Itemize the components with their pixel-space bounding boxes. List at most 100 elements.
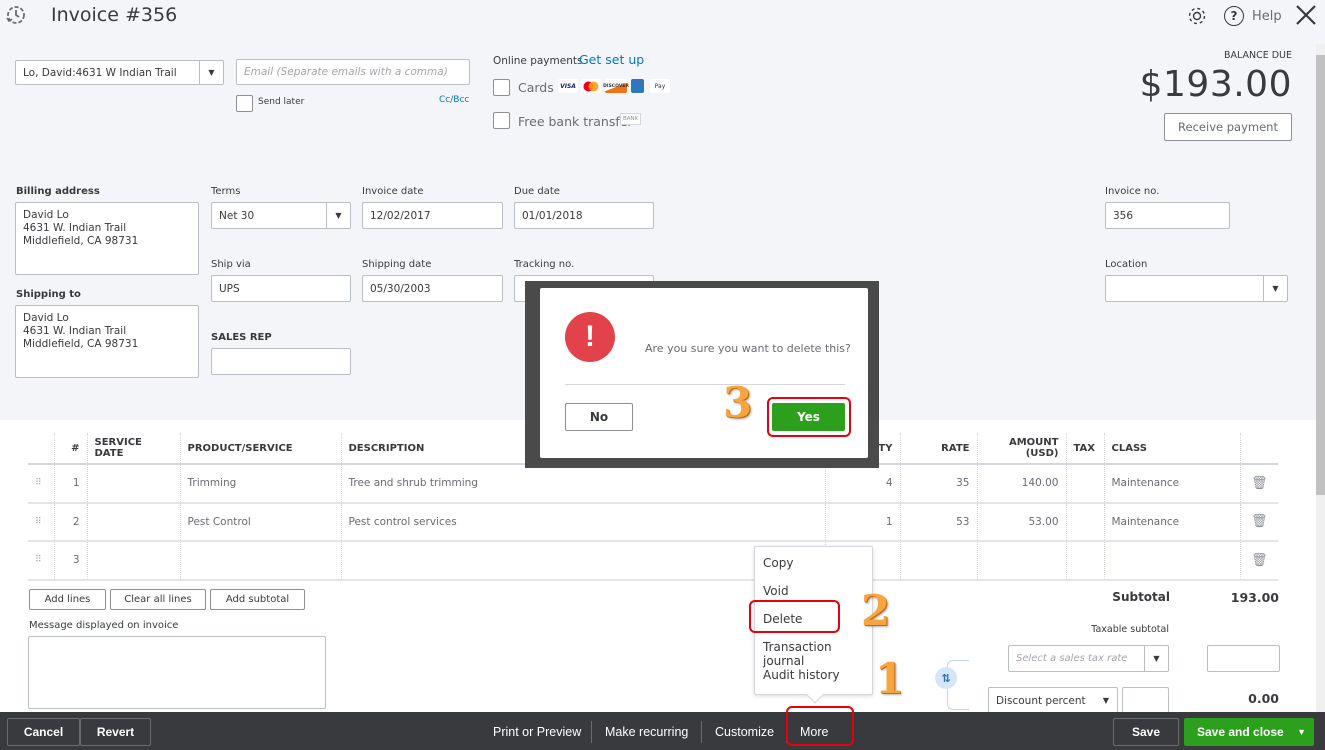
revert-button[interactable]: Revert <box>80 718 151 746</box>
invoice-date-input[interactable]: 12/02/2017 <box>362 202 503 229</box>
customer-select[interactable]: Lo, David:4631 W Indian Trail ▼ <box>15 60 224 85</box>
billing-address-input[interactable]: David Lo 4631 W. Indian Trail Middlefiel… <box>15 202 199 275</box>
tax-amount-input[interactable] <box>1207 645 1280 672</box>
trash-icon[interactable]: 🗑 <box>1240 541 1278 581</box>
chevron-down-icon[interactable]: ▼ <box>1103 696 1109 705</box>
cc-bcc-link[interactable]: Cc/Bcc <box>439 95 469 105</box>
terms-select[interactable]: Net 30 ▼ <box>211 202 351 229</box>
drag-handle-icon[interactable]: ⠿ <box>28 541 55 581</box>
trash-icon[interactable]: 🗑 <box>1240 464 1278 504</box>
discount-amount: 0.00 <box>1248 691 1279 706</box>
cancel-button[interactable]: Cancel <box>7 718 80 746</box>
footer-separator <box>591 721 592 743</box>
cell-class[interactable]: Maintenance <box>1104 502 1241 542</box>
ship-via-label: Ship via <box>211 259 251 270</box>
cell-tax[interactable] <box>1066 464 1105 504</box>
cell-amount[interactable]: 53.00 <box>977 502 1067 542</box>
chevron-down-icon[interactable]: ▼ <box>199 61 223 84</box>
send-later-checkbox[interactable] <box>236 95 253 112</box>
menu-item-copy[interactable]: Copy <box>763 556 793 570</box>
cell-num: 3 <box>54 541 88 581</box>
taxable-subtotal-label: Taxable subtotal <box>1091 624 1169 635</box>
get-set-up-link[interactable]: Get set up <box>579 52 644 67</box>
chevron-down-icon[interactable]: ▼ <box>1297 727 1306 737</box>
cell-qty[interactable]: 1 <box>825 502 901 542</box>
menu-item-void[interactable]: Void <box>763 584 789 598</box>
annotation-highlight-delete <box>749 600 840 633</box>
no-button[interactable]: No <box>565 403 633 431</box>
due-date-input[interactable]: 01/01/2018 <box>514 202 654 229</box>
clear-all-lines-button[interactable]: Clear all lines <box>110 589 206 610</box>
cell-service-date[interactable] <box>87 541 181 581</box>
discount-type-select[interactable]: Discount percent ▼ <box>988 687 1118 714</box>
trash-icon[interactable]: 🗑 <box>1240 502 1278 542</box>
bank-badge: BANK <box>620 113 642 125</box>
cell-tax[interactable] <box>1066 541 1105 581</box>
customer-value: Lo, David:4631 W Indian Trail <box>23 66 177 79</box>
print-preview-button[interactable]: Print or Preview <box>493 720 581 744</box>
cell-product[interactable]: Pest Control <box>180 502 342 542</box>
ship-via-input[interactable]: UPS <box>211 275 351 302</box>
email-placeholder: Email (Separate emails with a comma) <box>244 66 448 78</box>
save-and-close-button[interactable]: Save and close ▼ <box>1184 718 1314 746</box>
cell-amount[interactable]: 140.00 <box>977 464 1067 504</box>
gear-icon[interactable] <box>1186 5 1208 27</box>
cell-amount[interactable] <box>977 541 1067 581</box>
cell-rate[interactable]: 53 <box>900 502 978 542</box>
shipping-date-input[interactable]: 05/30/2003 <box>362 275 503 302</box>
menu-item-transaction-journal[interactable]: Transaction journal <box>763 640 872 668</box>
cell-description[interactable]: Pest control services <box>341 502 826 542</box>
discount-value-input[interactable] <box>1122 687 1169 714</box>
help-button[interactable]: ? Help <box>1224 5 1282 27</box>
cell-description[interactable]: Tree and shrub trimming <box>341 464 826 504</box>
cell-product[interactable]: Trimming <box>180 464 342 504</box>
bank-transfer-checkbox[interactable] <box>493 112 510 129</box>
drag-handle-icon[interactable]: ⠿ <box>28 464 55 504</box>
shipping-date-label: Shipping date <box>362 259 432 270</box>
cards-checkbox[interactable] <box>493 79 510 96</box>
tracking-no-label: Tracking no. <box>514 259 575 270</box>
drag-handle-icon[interactable]: ⠿ <box>28 502 55 542</box>
customize-button[interactable]: Customize <box>715 720 774 744</box>
chevron-down-icon[interactable]: ▼ <box>1263 276 1287 301</box>
invoice-no-input[interactable]: 356 <box>1105 202 1230 229</box>
cell-rate[interactable] <box>900 541 978 581</box>
table-row[interactable]: ⠿ 3 🗑 <box>28 541 1278 581</box>
cell-tax[interactable] <box>1066 502 1105 542</box>
mastercard-icon <box>581 79 601 93</box>
table-row[interactable]: ⠿ 1 Trimming Tree and shrub trimming 4 3… <box>28 464 1278 504</box>
subtotal-label: Subtotal <box>1112 590 1170 604</box>
cell-description[interactable] <box>341 541 826 581</box>
message-textarea[interactable] <box>28 636 326 709</box>
close-icon[interactable] <box>1295 4 1317 26</box>
make-recurring-button[interactable]: Make recurring <box>605 720 688 744</box>
menu-item-audit-history[interactable]: Audit history <box>763 668 840 682</box>
cell-rate[interactable]: 35 <box>900 464 978 504</box>
cell-class[interactable]: Maintenance <box>1104 464 1241 504</box>
dialog-divider <box>565 384 845 385</box>
chevron-down-icon[interactable]: ▼ <box>1144 646 1168 671</box>
recent-transactions-icon[interactable] <box>5 4 27 26</box>
alert-icon: ! <box>565 312 615 362</box>
sales-tax-rate-select[interactable]: Select a sales tax rate ▼ <box>1008 645 1169 672</box>
sales-rep-input[interactable] <box>211 348 351 375</box>
add-lines-button[interactable]: Add lines <box>29 589 106 610</box>
email-input[interactable]: Email (Separate emails with a comma) <box>236 59 470 85</box>
cell-qty[interactable]: 4 <box>825 464 901 504</box>
scrollbar-thumb[interactable] <box>1316 55 1325 495</box>
cell-class[interactable] <box>1104 541 1241 581</box>
chevron-down-icon[interactable]: ▼ <box>326 203 350 228</box>
swap-order-icon[interactable]: ⇅ <box>935 667 957 689</box>
receive-payment-button[interactable]: Receive payment <box>1164 113 1292 141</box>
location-select[interactable]: ▼ <box>1105 275 1288 302</box>
table-row[interactable]: ⠿ 2 Pest Control Pest control services 1… <box>28 502 1278 542</box>
shipping-to-input[interactable]: David Lo 4631 W. Indian Trail Middlefiel… <box>15 305 199 378</box>
subtotal-value: 193.00 <box>1230 590 1279 605</box>
add-subtotal-button[interactable]: Add subtotal <box>210 589 305 610</box>
save-button[interactable]: Save <box>1113 718 1179 746</box>
cell-service-date[interactable] <box>87 502 181 542</box>
cell-product[interactable] <box>180 541 342 581</box>
cards-label: Cards <box>518 80 554 95</box>
cell-service-date[interactable] <box>87 464 181 504</box>
terms-label: Terms <box>211 186 241 197</box>
